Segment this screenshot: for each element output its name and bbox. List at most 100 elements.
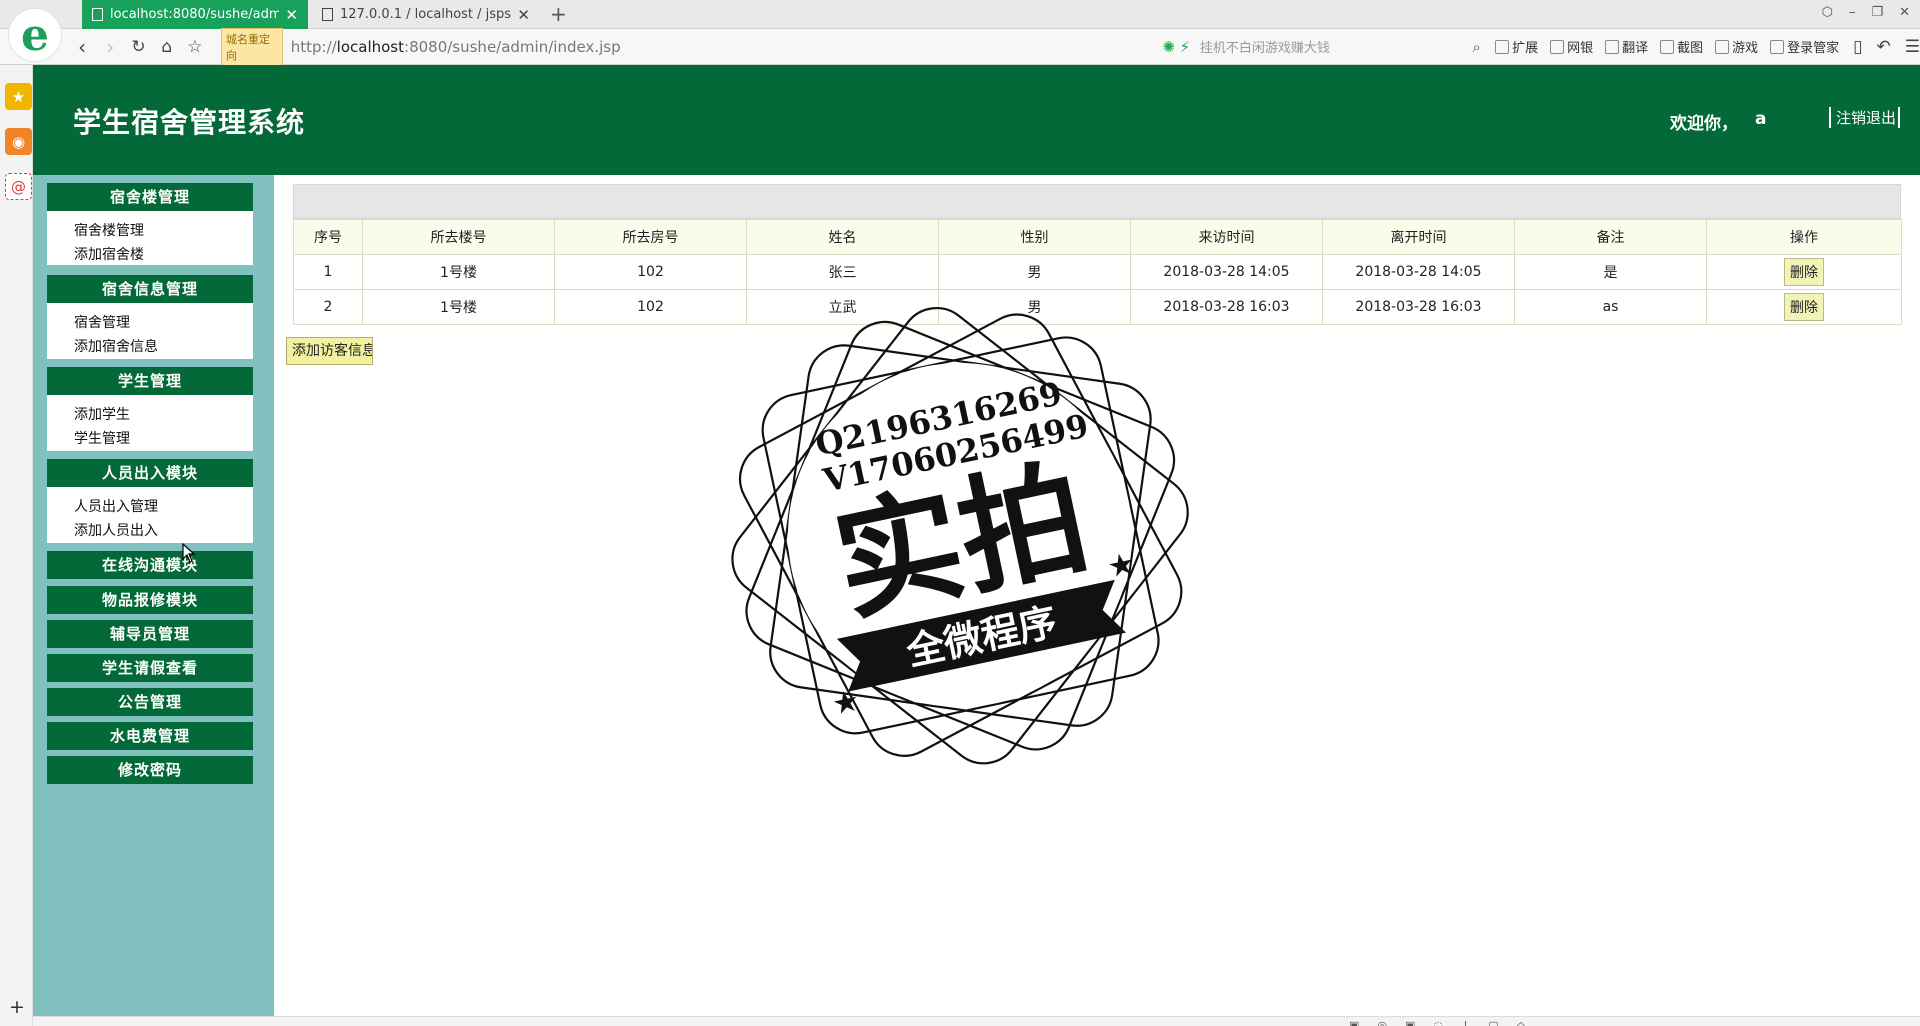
- menu-icon[interactable]: ☰: [1905, 37, 1920, 57]
- browser-toolbar: 扩展 网银 翻译 截图 游戏 登录管家: [1495, 37, 1839, 56]
- sidebar-group-access[interactable]: 人员出入模块: [47, 459, 253, 487]
- sidebar-item-access-manage[interactable]: 人员出入管理: [74, 495, 253, 519]
- cell-visit-time: 2018-03-28 14:05: [1130, 254, 1323, 290]
- sidebar-group-chat[interactable]: 在线沟通模块: [47, 551, 253, 579]
- url-rest: :8080/sushe/admin/index.jsp: [404, 37, 621, 56]
- table-header-row: 序号 所去楼号 所去房号 姓名 性别 来访时间 离开时间 备注 操作: [293, 219, 1902, 255]
- sidebar-group-counselor[interactable]: 辅导员管理: [47, 620, 253, 648]
- status-icon[interactable]: ▣: [1349, 1017, 1359, 1026]
- shield-icon: [1550, 39, 1565, 54]
- toolbar-banking[interactable]: 网银: [1550, 37, 1593, 56]
- watermark-stamp: Q2196316269 V17060256499 实拍 全微程序 ★ ★: [731, 307, 1189, 765]
- toolbar-label: 扩展: [1512, 41, 1539, 56]
- reading-icon[interactable]: ▯: [1853, 37, 1862, 57]
- tab-title: localhost:8080/sushe/admin/i: [110, 7, 280, 22]
- screenshot-icon: [1660, 39, 1675, 54]
- sidebar-group-utility[interactable]: 水电费管理: [47, 722, 253, 750]
- cell-index: 1: [293, 254, 363, 290]
- status-icon[interactable]: ▢: [1488, 1017, 1498, 1026]
- toolbar-screenshot[interactable]: 截图: [1660, 37, 1703, 56]
- browser-logo-icon[interactable]: e: [8, 8, 62, 62]
- browser-status-bar: ▣ ◎ ▣ ◌ ↓ ▢ ◇: [33, 1016, 1920, 1026]
- browser-nav-bar: ‹ › ↻ ⌂ ☆ 城名重定向 http://localhost:8080/su…: [0, 27, 1920, 66]
- cell-leave-time: 2018-03-28 14:05: [1322, 254, 1515, 290]
- sidebar-item-dorm-manage[interactable]: 宿舍管理: [74, 311, 253, 335]
- add-visitor-button[interactable]: 添加访客信息: [286, 337, 373, 365]
- undo-icon[interactable]: ↶: [1877, 37, 1891, 57]
- toolbar-label: 游戏: [1732, 41, 1759, 56]
- sidebar-group-leave[interactable]: 学生请假查看: [47, 654, 253, 682]
- sidebar-item-student-add[interactable]: 添加学生: [74, 403, 253, 427]
- cell-gender: 男: [938, 254, 1131, 290]
- toolbar-translate[interactable]: 翻译: [1605, 37, 1648, 56]
- forward-icon[interactable]: ›: [96, 35, 124, 59]
- key-icon: [1770, 39, 1785, 54]
- username: a: [1755, 109, 1767, 129]
- sidebar-item-access-add[interactable]: 添加人员出入: [74, 519, 253, 543]
- status-icon[interactable]: ◎: [1377, 1017, 1387, 1026]
- cell-actions: 删除: [1706, 289, 1902, 325]
- add-icon[interactable]: +: [9, 996, 25, 1018]
- cell-room: 102: [554, 254, 747, 290]
- sidebar-group-notice[interactable]: 公告管理: [47, 688, 253, 716]
- cell-name: 张三: [746, 254, 939, 290]
- mail-icon[interactable]: @: [5, 173, 32, 200]
- skin-icon[interactable]: ⬡: [1822, 5, 1833, 20]
- table-row: 1 1号楼 102 张三 男 2018-03-28 14:05 2018-03-…: [293, 254, 1902, 290]
- toolbar-label: 登录管家: [1787, 41, 1840, 56]
- browser-tab[interactable]: 127.0.0.1 / localhost / jspsush ✕: [312, 0, 540, 29]
- sidebar-item-building-add[interactable]: 添加宿舍楼: [74, 243, 253, 267]
- column-header: 序号: [293, 219, 363, 255]
- toolbar-games[interactable]: 游戏: [1715, 37, 1758, 56]
- game-icon: [1715, 39, 1730, 54]
- sidebar-group-dorm[interactable]: 宿舍信息管理: [47, 275, 253, 303]
- search-input[interactable]: 挂机不白闲游戏赚大钱: [1200, 37, 1473, 56]
- refresh-icon[interactable]: ↻: [124, 37, 152, 57]
- sidebar-group-password[interactable]: 修改密码: [47, 756, 253, 784]
- home-icon[interactable]: ⌂: [153, 37, 181, 57]
- toolbar-extensions[interactable]: 扩展: [1495, 37, 1538, 56]
- delete-button[interactable]: 删除: [1784, 258, 1824, 286]
- toolbar-login-manager[interactable]: 登录管家: [1770, 37, 1839, 56]
- sidebar-item-building-manage[interactable]: 宿舍楼管理: [74, 219, 253, 243]
- bookmark-star-icon[interactable]: ☆: [181, 37, 209, 57]
- close-icon[interactable]: ✕: [517, 6, 530, 24]
- address-bar[interactable]: http://localhost:8080/sushe/admin/index.…: [291, 38, 893, 56]
- sidebar-item-student-manage[interactable]: 学生管理: [74, 427, 253, 451]
- column-header: 性别: [938, 219, 1131, 255]
- minimize-icon[interactable]: –: [1849, 5, 1856, 20]
- logout-link[interactable]: 注销退出: [1829, 107, 1901, 128]
- url-prefix: http://: [290, 37, 337, 56]
- sidebar-group-building[interactable]: 宿舍楼管理: [47, 183, 253, 211]
- sidebar-group-building-items: 宿舍楼管理 添加宿舍楼: [47, 211, 253, 265]
- star-icon[interactable]: ★: [5, 83, 32, 110]
- close-icon[interactable]: ✕: [285, 6, 298, 24]
- new-tab-button[interactable]: +: [550, 2, 567, 26]
- cell-building: 1号楼: [362, 254, 555, 290]
- delete-button[interactable]: 删除: [1784, 293, 1824, 321]
- sidebar-item-dorm-add[interactable]: 添加宿舍信息: [74, 335, 253, 359]
- page-icon: [92, 8, 103, 21]
- maximize-icon[interactable]: ❐: [1871, 5, 1883, 20]
- sidebar-group-repair[interactable]: 物品报修模块: [47, 586, 253, 614]
- close-window-icon[interactable]: ✕: [1899, 5, 1910, 20]
- status-icons: ▣ ◎ ▣ ◌ ↓ ▢ ◇: [1349, 1017, 1525, 1026]
- window-controls: ⬡ – ❐ ✕: [1822, 5, 1910, 20]
- status-icon[interactable]: ◇: [1517, 1017, 1525, 1026]
- column-header: 所去楼号: [362, 219, 555, 255]
- sidebar-group-student[interactable]: 学生管理: [47, 367, 253, 395]
- weibo-icon[interactable]: ◉: [5, 128, 32, 155]
- status-icon[interactable]: ◌: [1433, 1017, 1443, 1026]
- column-header: 所去房号: [554, 219, 747, 255]
- browser-tab-active[interactable]: localhost:8080/sushe/admin/i ✕: [82, 0, 308, 29]
- back-icon[interactable]: ‹: [68, 35, 96, 59]
- search-icon[interactable]: ⌕: [1473, 38, 1496, 56]
- cell-index: 2: [293, 289, 363, 325]
- app-title: 学生宿舍管理系统: [73, 106, 306, 139]
- status-icon[interactable]: ▣: [1405, 1017, 1415, 1026]
- cell-remark: 是: [1514, 254, 1707, 290]
- column-header: 操作: [1706, 219, 1902, 255]
- status-icon[interactable]: ↓: [1461, 1017, 1470, 1026]
- speed-icon[interactable]: ✺ ⚡: [1162, 38, 1200, 56]
- cell-building: 1号楼: [362, 289, 555, 325]
